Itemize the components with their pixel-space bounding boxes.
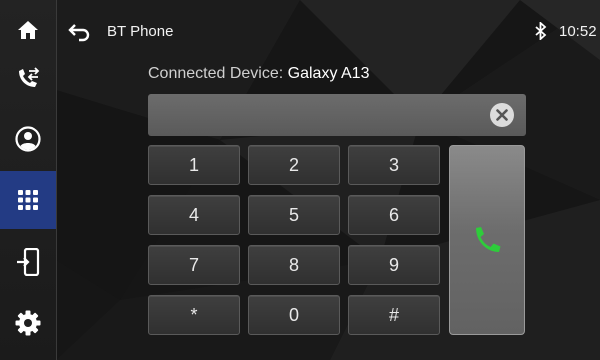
call-log-icon: [19, 67, 40, 87]
sidebar-item-contacts[interactable]: [0, 110, 56, 168]
phone-call-icon: [476, 227, 501, 252]
sidebar: [0, 0, 57, 360]
keypad-key-2[interactable]: 2: [248, 145, 340, 185]
keypad-key-1[interactable]: 1: [148, 145, 240, 185]
clock: 10:52: [559, 23, 597, 40]
home-icon: [18, 21, 38, 39]
device-transfer-icon: [17, 248, 40, 276]
sidebar-item-dialpad[interactable]: [0, 171, 56, 229]
connected-device-name: Galaxy A13: [287, 65, 370, 82]
settings-icon: [15, 310, 41, 336]
top-bar: BT Phone 10:52: [56, 0, 600, 60]
sidebar-item-call-log[interactable]: [0, 50, 56, 108]
dial-number-display[interactable]: [148, 94, 526, 136]
keypad-key-0[interactable]: 0: [248, 295, 340, 335]
connected-device-label: Connected Device:: [148, 65, 284, 82]
back-button[interactable]: [66, 20, 92, 44]
close-icon: [496, 109, 508, 121]
sidebar-item-device-transfer[interactable]: [0, 233, 56, 291]
call-button[interactable]: [449, 145, 525, 335]
back-arrow-icon: [68, 24, 90, 42]
bluetooth-icon: [535, 22, 547, 40]
sidebar-item-settings[interactable]: [0, 294, 56, 352]
page-title: BT Phone: [107, 23, 174, 40]
connected-device: Connected Device: Galaxy A13: [148, 65, 369, 83]
dialpad-icon: [18, 190, 38, 210]
keypad-key-7[interactable]: 7: [148, 245, 240, 285]
keypad-key-6[interactable]: 6: [348, 195, 440, 235]
contacts-icon: [15, 126, 41, 152]
keypad-key-star[interactable]: *: [148, 295, 240, 335]
clear-button[interactable]: [490, 103, 514, 127]
keypad-key-3[interactable]: 3: [348, 145, 440, 185]
keypad-key-8[interactable]: 8: [248, 245, 340, 285]
keypad-key-hash[interactable]: #: [348, 295, 440, 335]
keypad-key-4[interactable]: 4: [148, 195, 240, 235]
keypad-key-9[interactable]: 9: [348, 245, 440, 285]
keypad-key-5[interactable]: 5: [248, 195, 340, 235]
